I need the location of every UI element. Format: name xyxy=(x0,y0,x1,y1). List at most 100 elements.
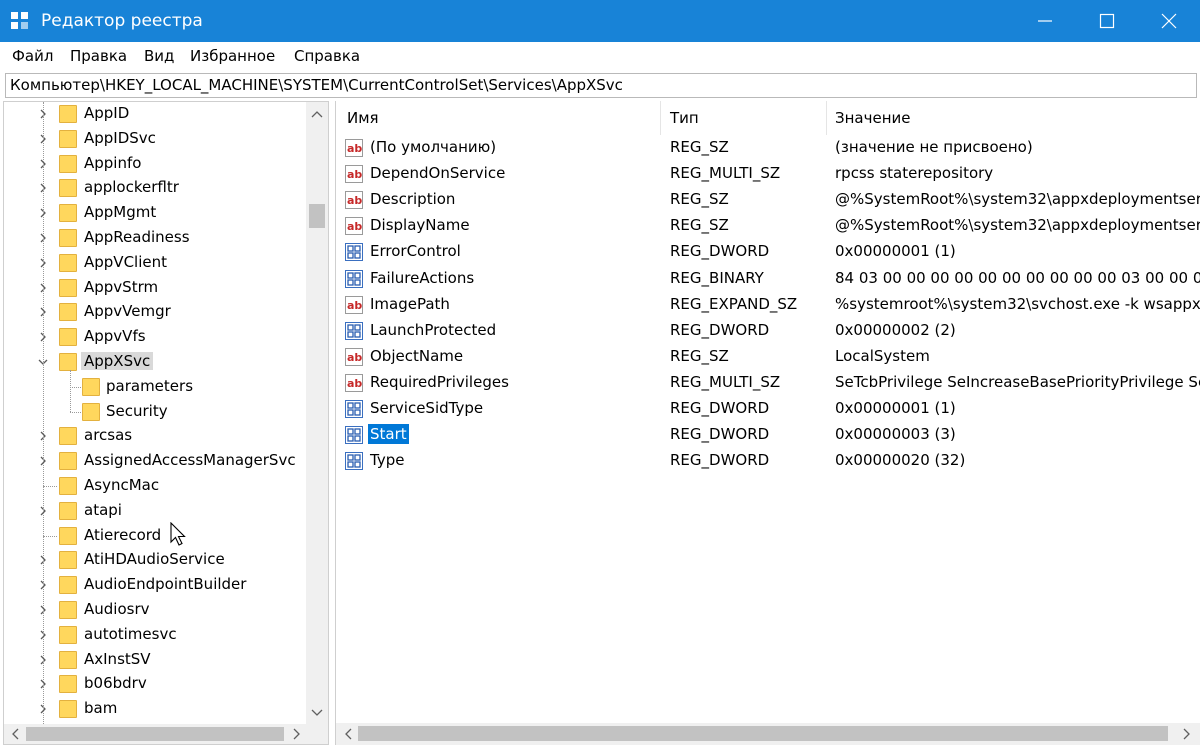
tree-node[interactable]: AssignedAccessManagerSvc xyxy=(4,449,304,474)
column-header-value[interactable]: Значение xyxy=(835,109,911,127)
tree-node[interactable]: AppXSvc xyxy=(4,350,304,375)
value-row[interactable]: ab ObjectName REG_SZ LocalSystem xyxy=(336,344,1200,370)
value-data: @%SystemRoot%\system32\appxdeploymentser… xyxy=(835,216,1200,235)
value-row[interactable]: ab ImagePath REG_EXPAND_SZ %systemroot%\sys… xyxy=(336,292,1200,318)
tree-node[interactable]: autotimesvc xyxy=(4,623,304,648)
scroll-right-arrow-icon[interactable] xyxy=(1176,724,1196,744)
column-divider[interactable] xyxy=(660,101,661,135)
tree-node[interactable]: Audiosrv xyxy=(4,598,304,623)
menu-favorites[interactable]: Избранное xyxy=(190,47,275,65)
tree-node[interactable]: AppvVfs xyxy=(4,325,304,350)
list-horizontal-scroll-thumb[interactable] xyxy=(358,726,1168,741)
tree-node[interactable]: AppIDSvc xyxy=(4,127,304,152)
value-row[interactable]: FailureActions REG_BINARY 84 03 00 00 00 0… xyxy=(336,266,1200,292)
tree-node[interactable]: AppReadiness xyxy=(4,226,304,251)
tree-node[interactable]: AppvStrm xyxy=(4,276,304,301)
tree-horizontal-scrollbar[interactable] xyxy=(4,724,328,744)
maximize-icon xyxy=(1099,13,1115,29)
menu-edit[interactable]: Правка xyxy=(70,47,127,65)
binary-value-icon xyxy=(345,400,363,418)
binary-value-icon xyxy=(345,321,363,340)
address-bar[interactable]: Компьютер\HKEY_LOCAL_MACHINE\SYSTEM\Curr… xyxy=(5,73,1197,98)
tree-node[interactable]: AsyncMac xyxy=(4,474,304,499)
value-row[interactable]: ab (По умолчанию) REG_SZ (значение не присв… xyxy=(336,135,1200,161)
folder-icon xyxy=(59,700,77,719)
value-row[interactable]: LaunchProtected REG_DWORD 0x00000002 (2) xyxy=(336,318,1200,344)
value-row[interactable]: Type REG_DWORD 0x00000020 (32) xyxy=(336,448,1200,474)
tree-node[interactable]: arcsas xyxy=(4,424,304,449)
scroll-right-arrow-icon[interactable] xyxy=(286,724,306,744)
tree-node-label: Security xyxy=(106,401,168,420)
value-name: DependOnService xyxy=(370,164,506,183)
svg-text:ab: ab xyxy=(347,377,362,390)
column-header-type[interactable]: Тип xyxy=(670,109,699,127)
value-type: REG_MULTI_SZ xyxy=(670,164,781,183)
menu-help[interactable]: Справка xyxy=(294,47,360,65)
tree-node[interactable]: b06bdrv xyxy=(4,672,304,697)
menu-view[interactable]: Вид xyxy=(144,47,174,65)
tree-node[interactable]: AudioEndpointBuilder xyxy=(4,573,304,598)
svg-text:ab: ab xyxy=(347,142,362,155)
value-name: FailureActions xyxy=(370,268,475,287)
svg-text:ab: ab xyxy=(347,194,362,207)
minimize-button[interactable] xyxy=(1014,0,1076,42)
tree-horizontal-scroll-thumb[interactable] xyxy=(26,727,284,741)
tree-node[interactable]: AppMgmt xyxy=(4,201,304,226)
value-row[interactable]: Start REG_DWORD 0x00000003 (3) xyxy=(336,422,1200,448)
tree-node[interactable]: Security xyxy=(4,400,304,425)
value-data: LocalSystem xyxy=(835,346,930,365)
value-row[interactable]: ServiceSidType REG_DWORD 0x00000001 (1) xyxy=(336,396,1200,422)
menu-file[interactable]: Файл xyxy=(12,47,53,65)
tree-connector xyxy=(70,411,81,413)
column-header-name[interactable]: Имя xyxy=(347,109,379,127)
value-type: REG_DWORD xyxy=(670,320,770,339)
tree-node-label: AppvStrm xyxy=(84,277,159,296)
tree-node[interactable]: AppID xyxy=(4,102,304,127)
value-data: 0x00000001 (1) xyxy=(835,399,956,417)
tree-connector xyxy=(43,535,57,537)
tree-node[interactable]: Atierecord xyxy=(4,524,304,549)
binary-value-icon xyxy=(345,269,363,288)
column-divider[interactable] xyxy=(826,101,827,135)
value-row[interactable]: ErrorControl REG_DWORD 0x00000001 (1) xyxy=(336,239,1200,265)
close-button[interactable] xyxy=(1138,0,1200,42)
window-title: Редактор реестра xyxy=(41,11,203,31)
tree-node[interactable]: AtiHDAudioService xyxy=(4,548,304,573)
tree-vertical-scrollbar[interactable] xyxy=(306,102,328,724)
scroll-down-arrow-icon[interactable] xyxy=(307,702,327,722)
scroll-up-arrow-icon[interactable] xyxy=(307,104,327,124)
value-type: REG_DWORD xyxy=(670,242,770,261)
tree-node[interactable]: Appinfo xyxy=(4,152,304,177)
value-row[interactable]: ab Description REG_SZ @%SystemRoot%\system3… xyxy=(336,187,1200,213)
tree-vertical-scroll-thumb[interactable] xyxy=(309,204,325,228)
value-row[interactable]: ab RequiredPrivileges REG_MULTI_SZ SeTcbPri… xyxy=(336,370,1200,396)
string-value-icon: ab xyxy=(345,191,363,210)
tree-node[interactable]: applockerfltr xyxy=(4,176,304,201)
value-row[interactable]: ab DependOnService REG_MULTI_SZ rpcss state… xyxy=(336,161,1200,187)
tree-node[interactable]: parameters xyxy=(4,375,304,400)
scroll-left-arrow-icon[interactable] xyxy=(5,724,25,744)
tree-node[interactable]: AppVClient xyxy=(4,251,304,276)
tree-node[interactable]: AppvVemgr xyxy=(4,300,304,325)
folder-icon xyxy=(59,551,77,570)
tree-node[interactable]: bam xyxy=(4,697,304,722)
value-type: REG_DWORD xyxy=(670,425,770,444)
title-bar[interactable]: Редактор реестра xyxy=(0,0,1200,42)
value-name: RequiredPrivileges xyxy=(370,372,509,391)
key-tree-pane: AppID AppIDSvc Appinfo applockerfltr AppMgmt… xyxy=(3,101,329,745)
folder-icon xyxy=(59,625,77,644)
list-horizontal-scrollbar[interactable] xyxy=(336,723,1200,745)
folder-icon xyxy=(59,229,77,247)
value-type: REG_SZ xyxy=(670,190,729,209)
maximize-button[interactable] xyxy=(1076,0,1138,42)
tree-connector xyxy=(70,386,81,388)
scroll-left-arrow-icon[interactable] xyxy=(338,724,358,744)
value-data: 0x00000002 (2) xyxy=(835,320,956,339)
value-row[interactable]: ab DisplayName REG_SZ @%SystemRoot%\system3… xyxy=(336,213,1200,239)
folder-icon xyxy=(59,501,77,520)
tree-node[interactable]: AxInstSV xyxy=(4,648,304,673)
binary-value-icon xyxy=(345,426,363,445)
value-name: (По умолчанию) xyxy=(370,138,497,156)
value-type: REG_MULTI_SZ xyxy=(670,372,781,391)
tree-node[interactable]: atapi xyxy=(4,499,304,524)
